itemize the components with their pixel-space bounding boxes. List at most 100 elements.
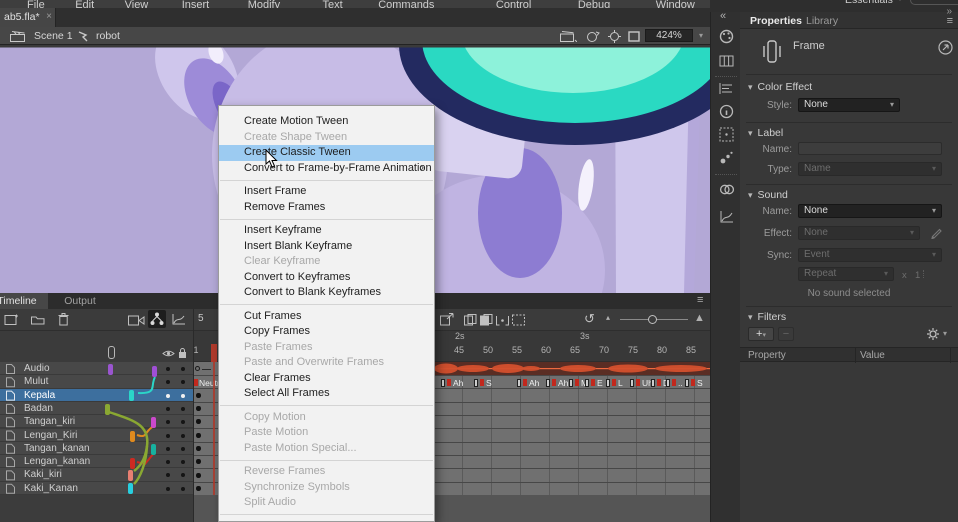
layer-row-lengan-kiri[interactable]: Lengan_Kiri — [0, 429, 193, 442]
menu-edit[interactable]: Edit — [75, 0, 94, 8]
layer-depth-graph-icon[interactable] — [171, 313, 186, 326]
clip-bounds-icon[interactable] — [628, 31, 640, 42]
layer-row-kaki-kiri[interactable]: Kaki_kiri — [0, 468, 193, 481]
tab-properties[interactable]: Properties — [750, 15, 802, 27]
menu-text[interactable]: Text — [323, 0, 343, 8]
workspace-caret-icon: ▾ — [898, 0, 902, 3]
menu-item-convert-to-keyframes[interactable]: Convert to Keyframes — [219, 270, 434, 286]
timeline-zoom-out-icon[interactable]: ▴ — [606, 313, 610, 322]
zoom-caret-icon[interactable]: ▾ — [699, 31, 703, 40]
menu-control[interactable]: Control — [496, 0, 531, 8]
tab-library[interactable]: Library — [806, 15, 838, 27]
motion-graph-icon[interactable] — [719, 210, 734, 224]
menu-item-create-motion-tween[interactable]: Create Motion Tween — [219, 114, 434, 130]
timeline-zoom-knob[interactable] — [648, 315, 657, 324]
menu-window[interactable]: Window — [656, 0, 695, 8]
center-stage-icon[interactable] — [560, 31, 577, 42]
edit-multiple-frames-icon[interactable] — [496, 314, 509, 326]
menu-view[interactable]: View — [125, 0, 149, 8]
breadcrumb-scene[interactable]: Scene 1 — [34, 30, 73, 42]
loop-playback-icon[interactable]: ↺ — [584, 311, 595, 327]
lock-icon[interactable] — [178, 347, 187, 359]
modify-markers-icon[interactable] — [512, 314, 525, 326]
search-input[interactable] — [910, 0, 958, 5]
playhead-handle[interactable] — [211, 344, 217, 362]
color-style-dropdown[interactable]: None▾ — [798, 98, 900, 112]
menu-item-create-classic-tween[interactable]: Create Classic Tween — [219, 145, 434, 161]
menu-item-clear-frames[interactable]: Clear Frames — [219, 371, 434, 387]
layer-row-tangan-kanan[interactable]: Tangan_kanan — [0, 442, 193, 455]
section-label[interactable]: ▾Label — [748, 127, 783, 139]
menu-item-insert-frame[interactable]: Insert Frame — [219, 184, 434, 200]
tab-output[interactable]: Output — [52, 293, 108, 309]
add-filter-button[interactable]: +▾ — [748, 327, 774, 341]
ruler-num: 50 — [478, 345, 498, 355]
onion-skin-icon[interactable] — [464, 314, 477, 326]
color-palette-icon[interactable] — [719, 29, 734, 44]
ruler-num: 65 — [565, 345, 585, 355]
menu-file[interactable]: File — [27, 0, 45, 8]
menu-item-copy-frames[interactable]: Copy Frames — [219, 324, 434, 340]
section-color-effect[interactable]: ▾Color Effect — [748, 81, 812, 93]
collapse-panels-icon[interactable]: « — [720, 10, 726, 22]
convert-shortcut-icon[interactable] — [938, 40, 953, 55]
menu-item-cut-frames[interactable]: Cut Frames — [219, 309, 434, 325]
properties-header: Properties Library » ≡ — [740, 12, 958, 29]
menu-item-select-all-frames[interactable]: Select All Frames — [219, 386, 434, 402]
timeline-zoom-in-icon[interactable]: ▲ — [694, 312, 705, 324]
tab-timeline[interactable]: Timeline — [0, 293, 48, 309]
menu-commands[interactable]: Commands — [378, 0, 434, 8]
sound-name-dropdown[interactable]: None▾ — [798, 204, 942, 218]
layer-row-kaki-kanan[interactable]: Kaki_Kanan — [0, 482, 193, 495]
workspace-switcher[interactable]: Essentials — [845, 0, 893, 6]
layer-row-audio[interactable]: Audio — [0, 362, 193, 375]
layer-row-tangan-kiri[interactable]: Tangan_kiri — [0, 415, 193, 428]
close-tab-icon[interactable]: × — [46, 11, 52, 22]
menu-item-insert-keyframe[interactable]: Insert Keyframe — [219, 223, 434, 239]
menu-debug[interactable]: Debug — [578, 0, 610, 8]
transform-grid-icon[interactable] — [719, 127, 734, 142]
onion-skin-outlines-icon[interactable] — [480, 314, 493, 326]
layer-page-icons — [6, 364, 16, 509]
menu-item-remove-frames[interactable]: Remove Frames — [219, 200, 434, 216]
chevron-down-icon[interactable]: ▾ — [943, 329, 947, 338]
visibility-eye-icon[interactable] — [162, 349, 175, 358]
delete-layer-icon[interactable] — [58, 313, 69, 326]
layer-row-badan[interactable]: Badan — [0, 402, 193, 415]
menu-item-insert-blank-keyframe[interactable]: Insert Blank Keyframe — [219, 239, 434, 255]
new-layer-icon[interactable] — [4, 313, 19, 326]
menu-item-convert-to-blank-keyframes[interactable]: Convert to Blank Keyframes — [219, 285, 434, 301]
menu-item-actions[interactable]: Actions — [219, 519, 434, 522]
info-icon[interactable] — [719, 104, 734, 119]
properties-panel-menu-icon[interactable]: ≡ — [947, 15, 953, 27]
sound-repeat-dropdown: Repeat▾ — [798, 267, 894, 281]
layer-row-lengan-kanan[interactable]: Lengan_kanan — [0, 455, 193, 468]
swatches-icon[interactable] — [719, 54, 734, 68]
align-icon[interactable] — [719, 82, 734, 95]
document-tab[interactable]: ab5.fla* × — [0, 8, 56, 27]
frame-span-line — [202, 369, 211, 370]
new-folder-icon[interactable] — [31, 315, 45, 325]
layer-parenting-view-button[interactable] — [148, 310, 166, 328]
layer-row-mulut[interactable]: Mulut — [0, 375, 193, 388]
rotate-view-icon[interactable] — [586, 30, 600, 43]
remove-filter-button[interactable]: − — [778, 327, 794, 341]
brush-particles-icon[interactable] — [719, 150, 734, 165]
menu-insert[interactable]: Insert — [182, 0, 210, 8]
repeat-count-value: 1 — [915, 270, 920, 281]
section-sound[interactable]: ▾Sound — [748, 189, 788, 201]
timeline-panel-menu-icon[interactable]: ≡ — [697, 294, 703, 306]
menu-modify[interactable]: Modify — [248, 0, 280, 8]
insert-frame-icon[interactable] — [440, 313, 455, 326]
layer-row-kepala[interactable]: Kepala — [0, 389, 193, 402]
label-name-input[interactable] — [798, 142, 942, 155]
chevron-down-icon: ▾ — [932, 205, 936, 217]
filter-options-gear-icon[interactable] — [926, 327, 940, 341]
creative-cloud-icon[interactable] — [719, 182, 734, 197]
stage-zoom-input[interactable]: 424% — [645, 29, 693, 42]
menu-item-convert-frame-by-frame[interactable]: Convert to Frame-by-Frame Animation › — [219, 161, 434, 177]
section-filters[interactable]: ▾Filters — [748, 311, 786, 323]
chevron-down-icon: ▾ — [762, 332, 766, 339]
crosshair-icon[interactable] — [608, 30, 621, 43]
camera-icon[interactable] — [128, 315, 145, 326]
